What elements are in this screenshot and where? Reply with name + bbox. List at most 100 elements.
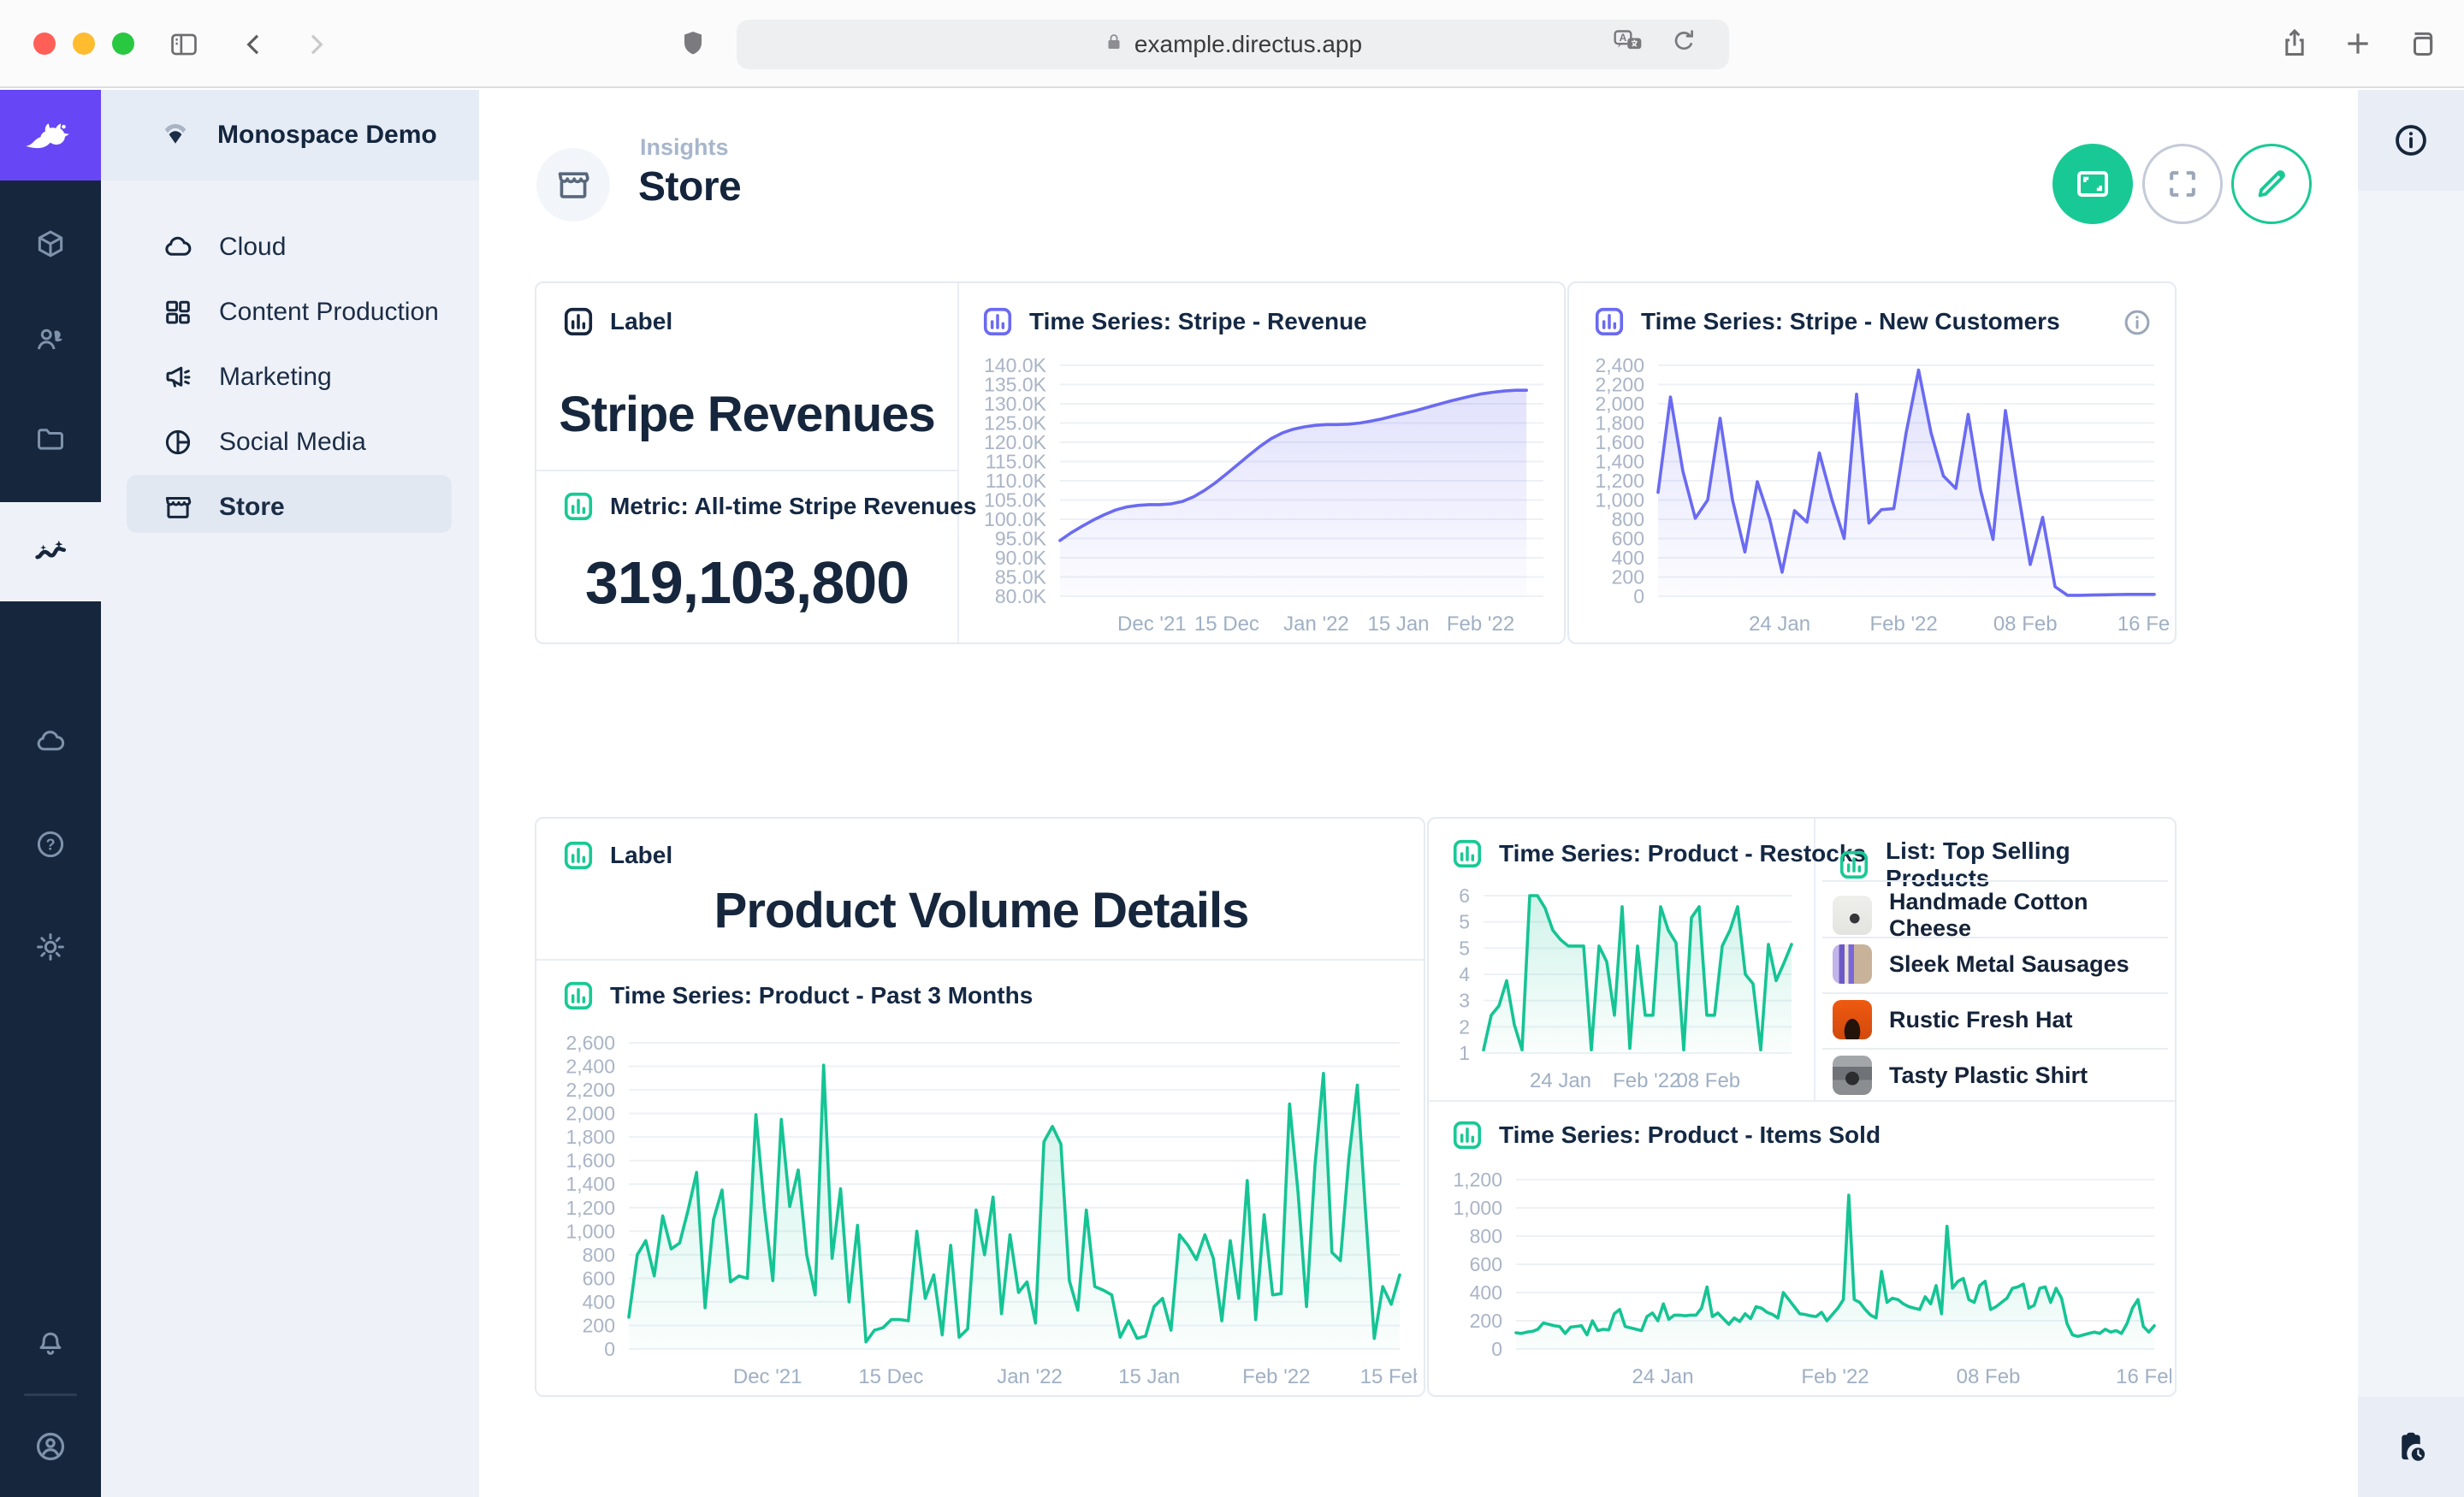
window-close-button[interactable] xyxy=(33,33,56,55)
svg-text:24 Jan: 24 Jan xyxy=(1632,1365,1694,1388)
sidebar-info-section[interactable] xyxy=(2358,90,2464,191)
panel-restocks-header[interactable]: Time Series: Product - Restocks xyxy=(1451,837,1866,870)
sidebar: Monospace Demo Cloud Content Production … xyxy=(101,90,479,1497)
svg-text:2,000: 2,000 xyxy=(566,1103,615,1125)
storefront-icon xyxy=(163,492,193,523)
list-divider xyxy=(1822,992,2168,994)
activity-log-section[interactable] xyxy=(2358,1397,2464,1497)
present-mode-button[interactable] xyxy=(2052,144,2133,224)
megaphone-icon xyxy=(163,362,193,393)
pencil-icon xyxy=(2252,164,2291,204)
svg-text:3: 3 xyxy=(1459,990,1470,1012)
svg-text:2,400: 2,400 xyxy=(566,1056,615,1078)
share-icon[interactable] xyxy=(2277,27,2312,61)
breadcrumb[interactable]: Insights xyxy=(640,134,729,161)
list-item[interactable]: Sleek Metal Sausages xyxy=(1833,944,2129,984)
svg-text:Dec '21: Dec '21 xyxy=(1117,612,1187,636)
panel-label2-header[interactable]: Label xyxy=(562,839,672,872)
panel-items-sold-header[interactable]: Time Series: Product - Items Sold xyxy=(1451,1119,1881,1151)
main-content: Insights Store Label Stripe Revenues Met… xyxy=(479,90,2358,1497)
svg-text:1,000: 1,000 xyxy=(566,1220,615,1242)
privacy-shield-icon[interactable] xyxy=(676,27,710,62)
panel-metric-header[interactable]: Metric: All-time Stripe Revenues xyxy=(562,490,976,523)
svg-text:400: 400 xyxy=(583,1291,615,1313)
svg-text:6: 6 xyxy=(1459,885,1470,907)
panel-list-header[interactable]: List: Top Selling Products xyxy=(1838,837,2175,892)
translate-icon[interactable]: A xyxy=(1613,27,1647,62)
svg-text:15 Feb: 15 Feb xyxy=(1360,1365,1417,1388)
forward-button[interactable] xyxy=(299,28,332,61)
window-minimize-button[interactable] xyxy=(73,33,95,55)
panel-header-text: Metric: All-time Stripe Revenues xyxy=(610,493,976,520)
svg-text:0: 0 xyxy=(1491,1338,1502,1360)
product-thumbnail xyxy=(1833,1056,1872,1095)
panel-type-icon xyxy=(1451,837,1484,870)
panel-type-icon xyxy=(1593,305,1626,338)
info-icon xyxy=(2392,121,2430,159)
new-tab-icon[interactable] xyxy=(2341,27,2375,61)
rail-item-users-module[interactable] xyxy=(0,292,101,388)
back-button[interactable] xyxy=(238,28,270,61)
panel-type-icon xyxy=(562,490,595,523)
page-icon-circle xyxy=(536,148,610,222)
past-3-months-chart: 2,6002,4002,2002,0001,8001,6001,4001,200… xyxy=(543,1033,1417,1390)
svg-text:Feb '22: Feb '22 xyxy=(1869,612,1937,636)
sidebar-toggle-icon[interactable] xyxy=(168,28,200,61)
sidebar-item-content-production[interactable]: Content Production xyxy=(101,280,479,345)
sidebar-item-label: Social Media xyxy=(219,428,366,457)
notifications-bell-icon[interactable] xyxy=(0,1296,101,1392)
page-title: Store xyxy=(638,163,741,210)
sidebar-item-store[interactable]: Store xyxy=(101,475,479,540)
panel-type-icon xyxy=(562,839,595,872)
sidebar-item-cloud[interactable]: Cloud xyxy=(101,215,479,280)
svg-text:200: 200 xyxy=(1470,1310,1502,1332)
tab-overview-icon[interactable] xyxy=(2404,27,2438,61)
rail-item-insights-module[interactable] xyxy=(0,502,101,601)
product-name: Handmade Cotton Cheese xyxy=(1889,889,2175,942)
panel-type-icon xyxy=(562,305,595,338)
fullscreen-button[interactable] xyxy=(2142,144,2223,224)
lock-icon xyxy=(1104,31,1124,58)
panel-new-customers-header[interactable]: Time Series: Stripe - New Customers xyxy=(1593,305,2060,338)
list-item[interactable]: Rustic Fresh Hat xyxy=(1833,1000,2073,1039)
user-avatar[interactable] xyxy=(0,1399,101,1494)
sidebar-item-label: Cloud xyxy=(219,233,286,262)
slideshow-icon xyxy=(2072,163,2113,204)
panel-info-icon[interactable] xyxy=(2122,307,2153,342)
sidebar-item-social-media[interactable]: Social Media xyxy=(101,410,479,475)
clipboard-clock-icon xyxy=(2391,1428,2431,1467)
window-zoom-button[interactable] xyxy=(112,33,134,55)
panel-header-text: Time Series: Product - Items Sold xyxy=(1499,1121,1881,1149)
panel-label-header[interactable]: Label xyxy=(562,305,672,338)
rail-item-settings-module[interactable] xyxy=(0,899,101,995)
svg-text:15 Dec: 15 Dec xyxy=(1194,612,1259,636)
list-item[interactable]: Tasty Plastic Shirt xyxy=(1833,1056,2088,1095)
workspace-switcher[interactable]: Monospace Demo xyxy=(101,90,479,180)
sidebar-item-marketing[interactable]: Marketing xyxy=(101,345,479,410)
list-divider xyxy=(1822,880,2168,882)
svg-text:Feb '22: Feb '22 xyxy=(1801,1365,1869,1388)
svg-text:1,200: 1,200 xyxy=(1453,1169,1502,1191)
panel-divider xyxy=(536,959,1424,961)
panel-revenue-header[interactable]: Time Series: Stripe - Revenue xyxy=(981,305,1367,338)
rail-item-files-module[interactable] xyxy=(0,391,101,487)
sidebar-item-label: Content Production xyxy=(219,298,439,327)
svg-text:15 Jan: 15 Jan xyxy=(1367,612,1429,636)
edit-dashboard-button[interactable] xyxy=(2231,144,2312,224)
reload-icon[interactable] xyxy=(1669,27,1698,62)
address-bar[interactable]: example.directus.app A xyxy=(737,20,1729,69)
rail-item-content-module[interactable] xyxy=(0,196,101,292)
workspace-gem-icon xyxy=(157,117,193,153)
rail-item-cloud-module[interactable] xyxy=(0,694,101,790)
rail-item-help-icon[interactable]: ? xyxy=(0,796,101,892)
panel-past3-header[interactable]: Time Series: Product - Past 3 Months xyxy=(562,979,1033,1012)
rail-divider xyxy=(24,1393,77,1396)
list-item[interactable]: Handmade Cotton Cheese xyxy=(1833,889,2175,942)
panel-group-product: Label Product Volume Details Time Series… xyxy=(535,817,1425,1397)
panel-type-icon xyxy=(1451,1119,1484,1151)
panel-header-text: List: Top Selling Products xyxy=(1886,837,2175,892)
directus-logo[interactable] xyxy=(0,90,101,180)
svg-text:Dec '21: Dec '21 xyxy=(733,1365,803,1388)
right-sidebar xyxy=(2358,90,2464,1497)
panel-header-text: Time Series: Product - Restocks xyxy=(1499,840,1866,867)
